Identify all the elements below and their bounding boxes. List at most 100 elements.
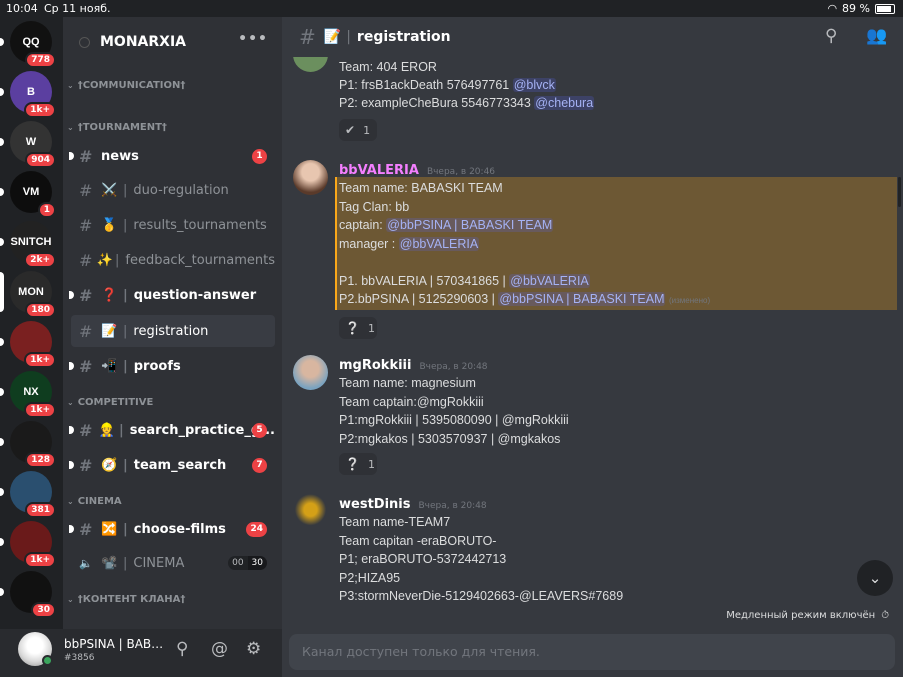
- chevron-down-icon: ⌄: [67, 123, 74, 132]
- category-cinema[interactable]: ⌄ CINEMA: [67, 496, 122, 507]
- user-mention[interactable]: @bbVALERIA: [398, 237, 480, 251]
- swords-icon: ⚔️: [101, 182, 118, 198]
- hash-icon: #: [79, 146, 93, 166]
- channel-name: feedback_tournaments: [125, 252, 275, 268]
- channel-results-tournaments[interactable]: # 🥇 | results_tournaments: [71, 209, 275, 241]
- channel-team-search[interactable]: # 🧭 | team_search 7: [69, 449, 275, 481]
- blue-server-icon[interactable]: 381: [10, 471, 56, 518]
- reaction[interactable]: ❔ 1: [339, 317, 377, 339]
- dark-server-icon[interactable]: 128: [10, 421, 56, 468]
- unread-server-indicator: [0, 588, 4, 596]
- nx-server-icon[interactable]: NX 1k+: [10, 371, 56, 418]
- hash-icon: #: [79, 321, 93, 341]
- user-mention[interactable]: @blvck: [512, 78, 556, 92]
- b-server-icon[interactable]: B 1k+: [10, 71, 56, 118]
- server-label: QQ: [22, 36, 40, 48]
- channel-name: results_tournaments: [133, 217, 267, 233]
- mention-badge: 7: [252, 457, 267, 473]
- message-line: P2.bbPSINA | 5125290603 | @bbPSINA | BAB…: [339, 292, 711, 306]
- message-line: Team captain:@mgRokkiii: [339, 395, 484, 409]
- timestamp: Вчера, в 20:46: [426, 167, 496, 177]
- channel-name: news: [101, 148, 139, 164]
- channel-name: proofs: [133, 358, 181, 374]
- reaction[interactable]: ❔ 1: [339, 453, 377, 475]
- author-name[interactable]: bbVALERIA: [339, 163, 419, 178]
- user-mention[interactable]: @chebura: [534, 96, 595, 110]
- unread-indicator: [69, 525, 74, 533]
- w-server-icon[interactable]: W 904: [10, 121, 56, 168]
- unread-server-indicator: [0, 438, 4, 446]
- channel-news[interactable]: # news 1: [69, 140, 275, 172]
- avatar[interactable]: [293, 57, 328, 72]
- monarxia-server-icon[interactable]: MON 180: [10, 271, 56, 318]
- hero-server-icon[interactable]: 1k+: [10, 521, 56, 568]
- sparkles-icon: ✨: [96, 252, 113, 268]
- category-communication[interactable]: ⌄ †COMMUNICATION†: [67, 80, 185, 91]
- username[interactable]: bbPSINA | BABAS...: [64, 637, 170, 651]
- jump-to-present-button[interactable]: ⌄: [857, 560, 893, 596]
- unread-server-indicator: [0, 538, 4, 546]
- avatar[interactable]: [293, 494, 328, 529]
- channel-search-practice[interactable]: # 👷 | search_practice_g... 5: [69, 414, 275, 446]
- author-name[interactable]: westDinis: [339, 497, 410, 512]
- user-mention[interactable]: @bbPSINA | BABASKI TEAM: [386, 218, 554, 232]
- message-input[interactable]: Канал доступен только для чтения.: [289, 634, 895, 670]
- message-line: P1. bbVALERIA | 570341865 | @bbVALERIA: [339, 274, 590, 288]
- hash-icon: #: [79, 215, 93, 235]
- wolf-server-icon[interactable]: 30: [10, 571, 56, 618]
- mention-badge: 5: [252, 422, 267, 438]
- author-name[interactable]: mgRokkiii: [339, 358, 411, 373]
- unread-indicator: [69, 461, 74, 469]
- category-tournament[interactable]: ⌄ †TOURNAMENT†: [67, 122, 167, 133]
- category-content[interactable]: ⌄ †КОНТЕНТ КЛАНА†: [67, 594, 185, 605]
- red-server-icon[interactable]: 1k+: [10, 321, 56, 368]
- channel-question-answer[interactable]: # ❓ | question-answer: [69, 279, 275, 311]
- search-user-icon[interactable]: ⚲: [176, 639, 188, 659]
- checkmark-icon: ✔: [345, 123, 356, 137]
- avatar[interactable]: [293, 355, 328, 390]
- message-line: Tag Clan: bb: [339, 200, 410, 214]
- snitch-server-icon[interactable]: SNITCH 2k+: [10, 221, 56, 268]
- server-mention-badge: 1k+: [24, 352, 56, 368]
- date: Ср 11 нояб.: [44, 2, 111, 15]
- channel-choose-films[interactable]: # 🔀 | choose-films 24: [69, 513, 275, 545]
- more-icon[interactable]: •••: [238, 31, 268, 47]
- memo-icon: 📝: [101, 323, 118, 339]
- server-mention-badge: 180: [25, 302, 56, 318]
- channel-duo-regulation[interactable]: # ⚔️ | duo-regulation: [71, 174, 275, 206]
- unread-indicator: [69, 362, 74, 370]
- server-mention-badge: 381: [25, 502, 56, 518]
- channel-sidebar: MONARXIA ••• ⌄ †COMMUNICATION† ⌄ †TOURNAME…: [63, 17, 282, 629]
- medal-icon: 🥇: [101, 217, 118, 233]
- search-icon[interactable]: ⚲: [825, 26, 837, 46]
- qq-server-icon[interactable]: QQ 778: [10, 21, 56, 68]
- voice-channel-cinema[interactable]: 🔈 📽️ | CINEMA 00 30: [71, 547, 275, 579]
- channel-name: choose-films: [133, 521, 226, 537]
- server-mention-badge: 2k+: [24, 252, 56, 268]
- server-mention-badge: 1k+: [24, 102, 56, 118]
- channel-registration[interactable]: # 📝 | registration: [71, 315, 275, 347]
- avatar[interactable]: [293, 160, 328, 195]
- user-mention[interactable]: @bbPSINA | BABASKI TEAM: [498, 292, 666, 306]
- server-mention-badge: 1k+: [24, 552, 56, 568]
- server-label: VM: [22, 186, 40, 198]
- server-label: MON: [18, 286, 44, 298]
- unread-server-indicator: [0, 388, 4, 396]
- user-mention[interactable]: @bbVALERIA: [509, 274, 590, 288]
- category-competitive[interactable]: ⌄ COMPETITIVE: [67, 397, 153, 408]
- scrollbar[interactable]: [898, 177, 901, 207]
- message-header: bbVALERIA Вчера, в 20:46: [339, 163, 495, 178]
- message-line: P3:stormNeverDie-5129402663-@LEAVERS#768…: [339, 589, 624, 603]
- mention-icon[interactable]: @: [211, 639, 228, 659]
- mention-badge: 24: [246, 521, 267, 537]
- message-list: Team: 404 EROR P1: frsB1ackDeath 5764977…: [282, 57, 903, 607]
- reaction[interactable]: ✔ 1: [339, 119, 377, 141]
- server-mention-badge: 128: [25, 452, 56, 468]
- unread-indicator: [69, 152, 74, 160]
- members-icon[interactable]: 👥: [866, 26, 887, 46]
- gear-icon[interactable]: ⚙: [246, 639, 261, 659]
- vm-server-icon[interactable]: VM 1: [10, 171, 56, 218]
- channel-proofs[interactable]: # 📲 | proofs: [69, 350, 275, 382]
- guild-header[interactable]: MONARXIA •••: [63, 17, 282, 67]
- channel-feedback-tournaments[interactable]: # ✨ | feedback_tournaments: [71, 244, 275, 276]
